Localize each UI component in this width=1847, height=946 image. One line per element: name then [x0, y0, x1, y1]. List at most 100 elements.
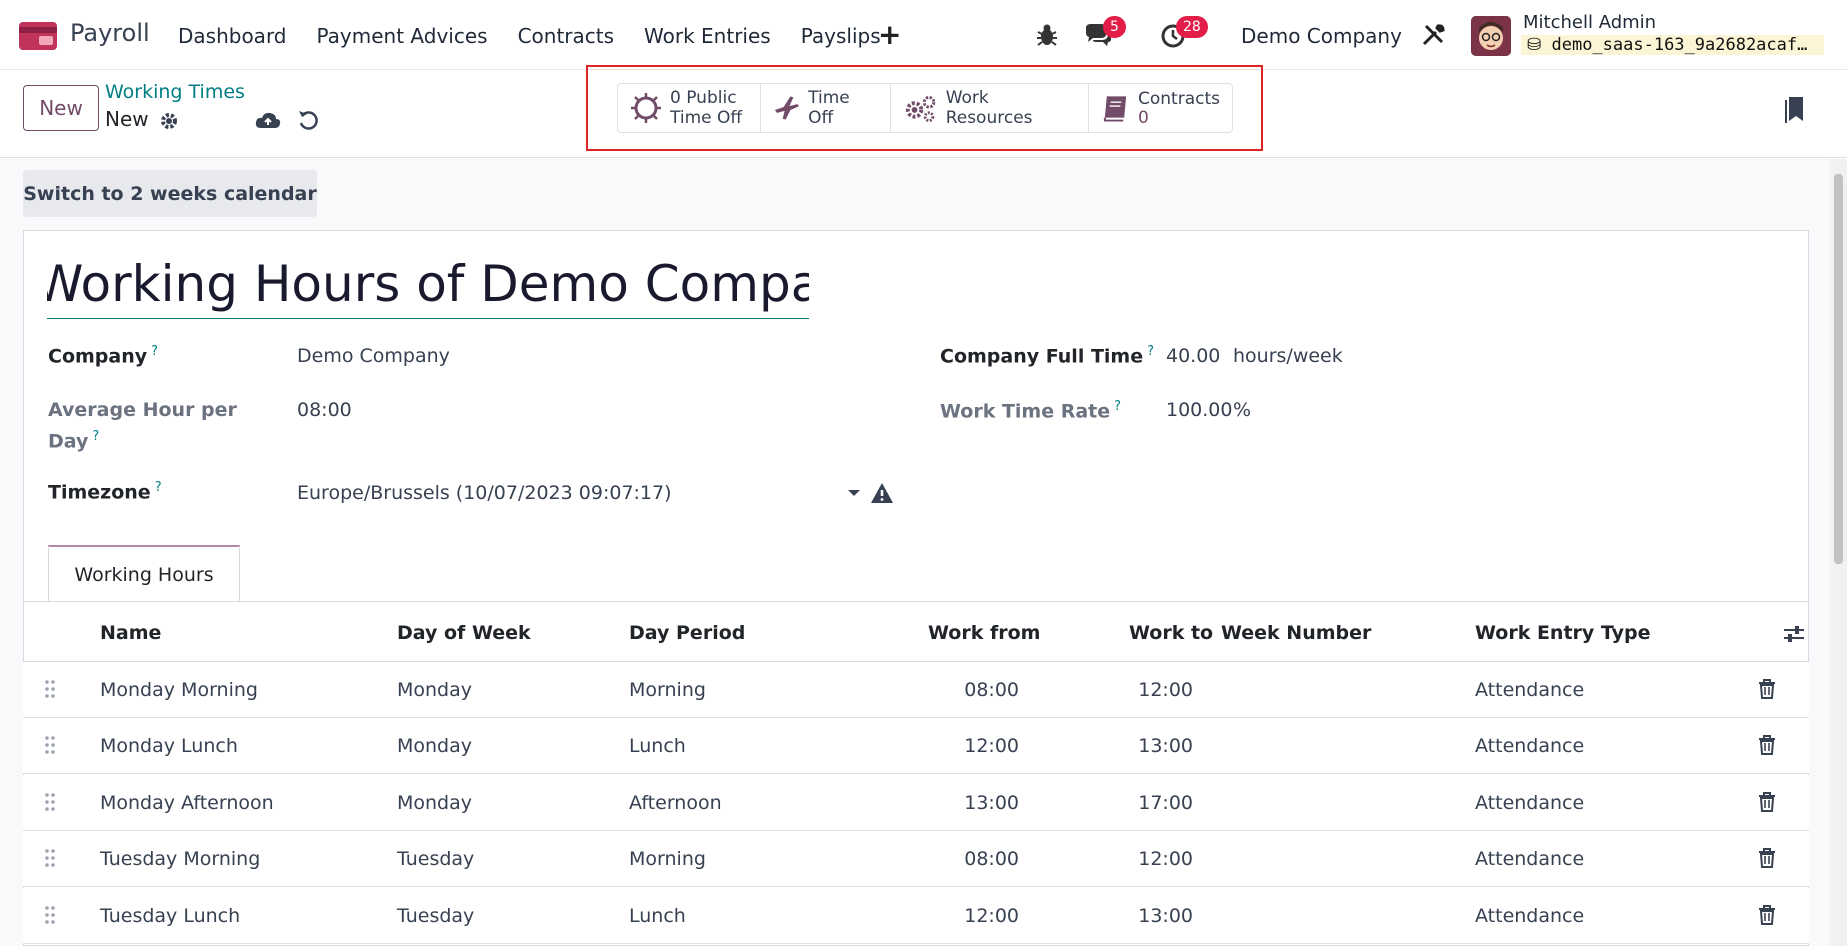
- col-day-period[interactable]: Day Period: [629, 622, 745, 644]
- table-header: Name Day of Week Day Period Work from Wo…: [23, 602, 1809, 662]
- breadcrumb-working-times[interactable]: Working Times: [105, 81, 245, 103]
- app-name[interactable]: Payroll: [70, 19, 150, 47]
- save-cloud-icon[interactable]: [254, 108, 282, 132]
- database-label: demo_saas-163_9a2682acaf…: [1551, 35, 1808, 55]
- drag-handle-icon[interactable]: [43, 905, 57, 925]
- cell-name[interactable]: Tuesday Lunch: [100, 905, 240, 927]
- drag-handle-icon[interactable]: [43, 679, 57, 699]
- col-week-number[interactable]: Week Number: [1221, 622, 1371, 644]
- col-name[interactable]: Name: [100, 622, 161, 644]
- table-row[interactable]: Monday Lunch Monday Lunch 12:00 13:00 Attenda…: [23, 718, 1809, 774]
- scrollbar-thumb[interactable]: [1834, 174, 1843, 564]
- add-menu-icon[interactable]: +: [878, 18, 901, 51]
- cell-day-of-week[interactable]: Monday: [397, 735, 472, 757]
- cell-name[interactable]: Monday Morning: [100, 679, 258, 701]
- new-button[interactable]: New: [23, 85, 99, 131]
- cell-day-period[interactable]: Afternoon: [629, 792, 722, 814]
- full-time-unit: hours/week: [1233, 345, 1343, 367]
- optional-columns-icon[interactable]: [1783, 624, 1805, 644]
- user-avatar[interactable]: [1471, 16, 1511, 56]
- avg-hour-help-icon[interactable]: ?: [92, 429, 99, 444]
- trash-icon[interactable]: [1758, 848, 1776, 868]
- timezone-select[interactable]: Europe/Brussels (10/07/2023 09:07:17): [297, 482, 672, 504]
- menu-payment-advices[interactable]: Payment Advices: [317, 24, 488, 48]
- tab-working-hours[interactable]: Working Hours: [48, 545, 240, 602]
- cell-work-from[interactable]: 13:00: [964, 792, 1019, 814]
- avg-hour-value: 08:00: [297, 399, 352, 421]
- col-work-to[interactable]: Work to: [1129, 622, 1213, 644]
- menu-dashboard[interactable]: Dashboard: [178, 24, 287, 48]
- cell-name[interactable]: Tuesday Morning: [100, 848, 260, 870]
- cell-work-to[interactable]: 12:00: [1138, 679, 1193, 701]
- work-time-rate-help-icon[interactable]: ?: [1114, 399, 1121, 414]
- cell-work-from[interactable]: 08:00: [964, 848, 1019, 870]
- main-menu: Dashboard Payment Advices Contracts Work…: [178, 24, 911, 48]
- user-name[interactable]: Mitchell Admin: [1523, 12, 1656, 33]
- col-work-from[interactable]: Work from: [928, 622, 1040, 644]
- switch-2-weeks-button[interactable]: Switch to 2 weeks calendar: [23, 170, 317, 217]
- cell-work-entry-type[interactable]: Attendance: [1475, 735, 1584, 757]
- table-row[interactable]: Monday Morning Monday Morning 08:00 12:00 Att…: [23, 662, 1809, 718]
- cell-name[interactable]: Monday Lunch: [100, 735, 238, 757]
- cell-work-to[interactable]: 13:00: [1138, 735, 1193, 757]
- bookmark-icon[interactable]: [1783, 95, 1805, 125]
- trash-icon[interactable]: [1758, 792, 1776, 812]
- full-time-help-icon[interactable]: ?: [1147, 344, 1154, 359]
- cell-work-to[interactable]: 12:00: [1138, 848, 1193, 870]
- tools-icon[interactable]: [1418, 20, 1448, 50]
- work-resources-label: Work Resources: [945, 88, 1033, 128]
- drag-handle-icon[interactable]: [43, 792, 57, 812]
- company-field[interactable]: Demo Company: [297, 345, 450, 367]
- cell-work-entry-type[interactable]: Attendance: [1475, 848, 1584, 870]
- cell-work-to[interactable]: 17:00: [1138, 792, 1193, 814]
- time-off-button[interactable]: Time Off: [761, 84, 891, 132]
- cell-work-to[interactable]: 13:00: [1138, 905, 1193, 927]
- col-work-entry-type[interactable]: Work Entry Type: [1475, 622, 1651, 644]
- cell-day-of-week[interactable]: Tuesday: [397, 905, 474, 927]
- debug-bug-icon[interactable]: [1032, 20, 1062, 50]
- col-day-of-week[interactable]: Day of Week: [397, 622, 531, 644]
- cell-work-entry-type[interactable]: Attendance: [1475, 679, 1584, 701]
- table-row[interactable]: Monday Afternoon Monday Afternoon 13:00 17:0…: [23, 775, 1809, 831]
- contracts-button[interactable]: Contracts 0: [1089, 84, 1232, 132]
- cell-day-period[interactable]: Morning: [629, 679, 706, 701]
- contracts-text: Contracts 0: [1138, 89, 1220, 127]
- cell-day-of-week[interactable]: Tuesday: [397, 848, 474, 870]
- table-row[interactable]: Tuesday Morning Tuesday Morning 08:00 12:00 A…: [23, 831, 1809, 887]
- payroll-app-icon[interactable]: [19, 22, 57, 50]
- drag-handle-icon[interactable]: [43, 848, 57, 868]
- cell-work-entry-type[interactable]: Attendance: [1475, 792, 1584, 814]
- calendar-name-value: Working Hours of Demo Company: [47, 257, 809, 313]
- cell-day-period[interactable]: Morning: [629, 848, 706, 870]
- cell-name[interactable]: Monday Afternoon: [100, 792, 274, 814]
- cell-work-from[interactable]: 12:00: [964, 905, 1019, 927]
- cell-work-from[interactable]: 12:00: [964, 735, 1019, 757]
- menu-work-entries[interactable]: Work Entries: [644, 24, 771, 48]
- cell-day-of-week[interactable]: Monday: [397, 679, 472, 701]
- company-switcher[interactable]: Demo Company: [1241, 24, 1402, 48]
- smart-buttons: 0 Public Time Off Time Off Work Resource…: [617, 83, 1233, 133]
- cell-work-entry-type[interactable]: Attendance: [1475, 905, 1584, 927]
- public-time-off-button[interactable]: 0 Public Time Off: [618, 84, 761, 132]
- trash-icon[interactable]: [1758, 735, 1776, 755]
- discard-undo-icon[interactable]: [296, 108, 320, 132]
- trash-icon[interactable]: [1758, 679, 1776, 699]
- cell-day-period[interactable]: Lunch: [629, 905, 686, 927]
- timezone-help-icon[interactable]: ?: [155, 480, 162, 495]
- table-row[interactable]: Tuesday Lunch Tuesday Lunch 12:00 13:00 Atten…: [23, 888, 1809, 944]
- calendar-name-field[interactable]: Working Hours of Demo Company: [47, 257, 809, 319]
- public-time-off-text: 0 Public Time Off: [670, 88, 743, 128]
- company-label: Company?: [48, 344, 159, 368]
- menu-payslips[interactable]: Payslips: [801, 24, 881, 48]
- drag-handle-icon[interactable]: [43, 735, 57, 755]
- menu-contracts[interactable]: Contracts: [518, 24, 614, 48]
- chevron-down-icon[interactable]: [848, 490, 860, 496]
- cell-day-of-week[interactable]: Monday: [397, 792, 472, 814]
- company-help-icon[interactable]: ?: [151, 344, 158, 359]
- trash-icon[interactable]: [1758, 905, 1776, 925]
- full-time-field[interactable]: 40.00: [1166, 345, 1220, 367]
- cell-work-from[interactable]: 08:00: [964, 679, 1019, 701]
- work-resources-button[interactable]: Work Resources: [891, 84, 1089, 132]
- gear-icon[interactable]: [158, 110, 180, 132]
- cell-day-period[interactable]: Lunch: [629, 735, 686, 757]
